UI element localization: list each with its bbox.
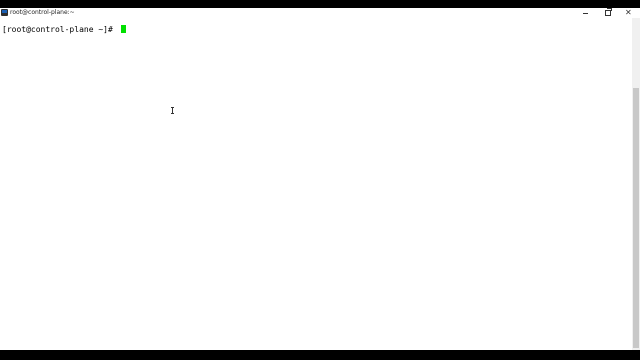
scrollbar-thumb[interactable]	[633, 88, 639, 348]
shell-prompt: [root@control-plane ~]#	[2, 25, 118, 34]
minimize-button[interactable]	[575, 8, 595, 18]
screen: root@control-plane:~ ✕ [root@control-pla…	[0, 0, 640, 360]
minimize-icon	[583, 13, 588, 14]
title-bar[interactable]: root@control-plane:~ ✕	[0, 8, 640, 18]
text-cursor	[120, 25, 126, 33]
maximize-icon	[605, 8, 612, 16]
prompt-line: [root@control-plane ~]#	[2, 25, 126, 35]
close-icon: ✕	[625, 8, 632, 17]
terminal-area[interactable]: [root@control-plane ~]#	[0, 18, 632, 350]
close-button[interactable]: ✕	[619, 8, 639, 18]
terminal-app-icon[interactable]	[1, 9, 8, 16]
maximize-button[interactable]	[597, 8, 617, 18]
window-title: root@control-plane:~	[10, 9, 75, 16]
text-cursor-icon	[171, 107, 174, 114]
terminal-window: root@control-plane:~ ✕ [root@control-pla…	[0, 8, 640, 350]
vertical-scrollbar[interactable]	[632, 18, 640, 350]
